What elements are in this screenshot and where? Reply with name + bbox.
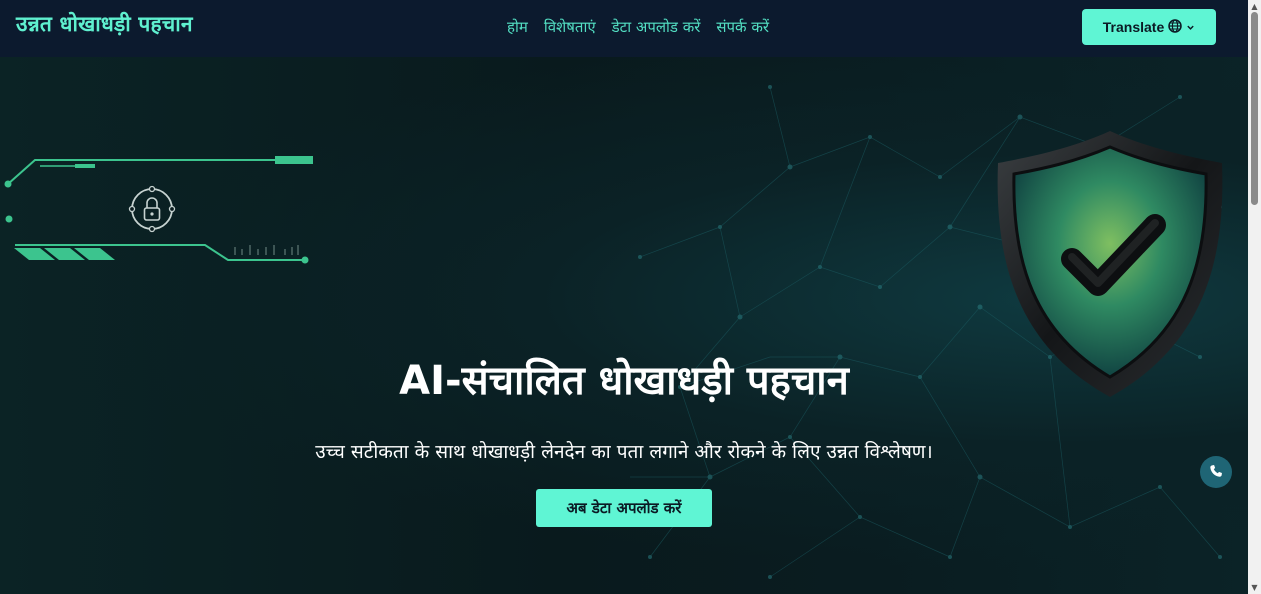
chevron-down-icon <box>1186 19 1195 35</box>
translate-button[interactable]: Translate <box>1082 9 1216 45</box>
lock-icon <box>128 185 176 233</box>
vertical-scrollbar[interactable]: ▲ ▼ <box>1248 0 1261 594</box>
circuit-lock-graphic <box>4 156 313 264</box>
brand-title[interactable]: उन्नत धोखाधड़ी पहचान <box>16 10 193 38</box>
hero-title: AI-संचालित धोखाधड़ी पहचान <box>399 358 849 404</box>
top-navbar: उन्नत धोखाधड़ी पहचान होम विशेषताएं डेटा … <box>0 0 1248 57</box>
hero-section: AI-संचालित धोखाधड़ी पहचान उच्च सटीकता के… <box>0 57 1248 594</box>
call-button[interactable] <box>1200 456 1232 488</box>
nav-link-upload-data[interactable]: डेटा अपलोड करें <box>612 17 701 37</box>
scroll-down-arrow-icon[interactable]: ▼ <box>1250 583 1259 592</box>
main-nav: होम विशेषताएं डेटा अपलोड करें संपर्क करे… <box>507 17 769 37</box>
nav-link-features[interactable]: विशेषताएं <box>544 17 596 37</box>
nav-link-contact[interactable]: संपर्क करें <box>716 17 769 37</box>
translate-button-label: Translate <box>1102 19 1165 35</box>
scrollbar-thumb[interactable] <box>1251 12 1258 205</box>
upload-data-now-button[interactable]: अब डेटा अपलोड करें <box>536 489 712 527</box>
nav-link-home[interactable]: होम <box>507 17 528 37</box>
scroll-up-arrow-icon[interactable]: ▲ <box>1250 2 1259 11</box>
hero-subtitle: उच्च सटीकता के साथ धोखाधड़ी लेनदेन का पत… <box>315 441 933 463</box>
phone-icon <box>1209 463 1223 482</box>
globe-icon <box>1168 18 1182 36</box>
